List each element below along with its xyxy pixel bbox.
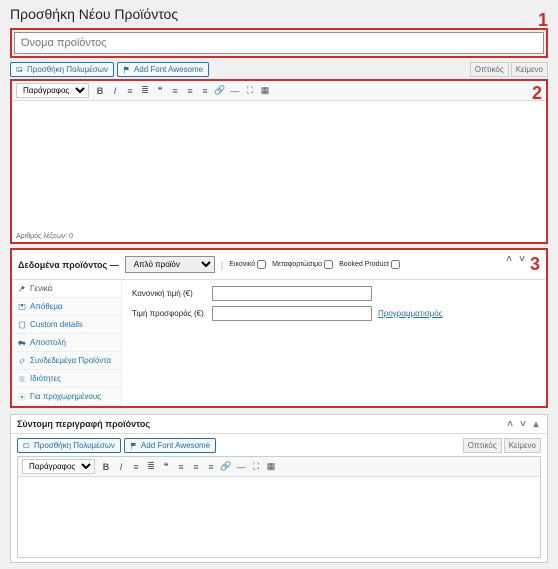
more-icon[interactable]: — [234,460,248,474]
toggle-icon[interactable]: ▴ [531,419,541,429]
align-center-icon[interactable]: ≡ [183,84,197,98]
align-left-icon[interactable]: ≡ [168,84,182,98]
product-type-select[interactable]: Απλό προϊόν [125,256,215,273]
product-title-input[interactable] [14,32,544,54]
fullscreen-icon[interactable]: ⛶ [249,460,263,474]
media-icon [23,442,31,450]
pd-tab-general[interactable]: Γενικά [12,280,121,298]
booked-check[interactable]: Booked Product [339,260,400,269]
separator: | [221,260,224,270]
pd-tab-attributes[interactable]: Ιδιότητες [12,370,121,388]
ul-icon[interactable]: ≡ [129,460,143,474]
paragraph-select-2[interactable]: Παράγραφος [22,459,95,474]
more-icon[interactable]: — [228,84,242,98]
add-media-button-2[interactable]: Προσθήκη Πολυμέσων [17,438,121,453]
note-icon [18,321,26,329]
marker-3: 3 [530,254,540,275]
italic-icon[interactable]: I [114,460,128,474]
sale-price-label: Τιμή προσφοράς (€) [132,309,212,318]
gear-icon [18,393,26,401]
add-font-label: Add Font Awesome [134,65,203,74]
short-desc-content[interactable] [18,477,540,557]
marker-1: 1 [538,10,548,31]
ul-icon[interactable]: ≡ [123,84,137,98]
tab-text-2[interactable]: Κείμενο [504,438,541,453]
add-font-button-2[interactable]: Add Font Awesome [124,438,216,453]
align-right-icon[interactable]: ≡ [204,460,218,474]
regular-price-input[interactable] [212,286,372,301]
downloadable-check[interactable]: Μεταφορτώσιμο [272,260,333,269]
pd-tab-linked[interactable]: Συνδεδεμένα Προϊόντα [12,352,121,370]
align-left-icon[interactable]: ≡ [174,460,188,474]
caret-down-icon[interactable]: ˅ [517,254,527,264]
tab-text[interactable]: Κείμενο [511,62,548,77]
sale-price-input[interactable] [212,306,372,321]
flag-icon [123,66,131,74]
regular-price-label: Κανονική τιμή (€) [132,289,212,298]
tab-visual[interactable]: Οπτικός [470,62,509,77]
pd-tab-inventory[interactable]: Απόθεμα [12,298,121,316]
toolbar-toggle-icon[interactable]: ▦ [258,84,272,98]
page-title: Προσθήκη Νέου Προϊόντος [10,6,548,22]
media-icon [16,66,24,74]
fullscreen-icon[interactable]: ⛶ [243,84,257,98]
pd-tab-custom[interactable]: Custom details [12,316,121,334]
align-right-icon[interactable]: ≡ [198,84,212,98]
truck-icon [18,339,26,347]
wrench-icon [18,285,26,293]
bold-icon[interactable]: B [93,84,107,98]
italic-icon[interactable]: I [108,84,122,98]
paragraph-select[interactable]: Παράγραφος [16,83,89,98]
marker-2: 2 [532,83,542,104]
editor-content[interactable] [12,101,546,231]
link-icon[interactable]: 🔗 [213,84,227,98]
list-icon [18,375,26,383]
pd-tab-advanced[interactable]: Για προχωρημένους [12,388,121,406]
ol-icon[interactable]: ≣ [138,84,152,98]
quote-icon[interactable]: ❝ [159,460,173,474]
link-icon[interactable]: 🔗 [219,460,233,474]
quote-icon[interactable]: ❝ [153,84,167,98]
add-media-button[interactable]: Προσθήκη Πολυμέσων [10,62,114,77]
caret-down-icon[interactable]: ˅ [518,419,528,429]
pd-tab-shipping[interactable]: Αποστολή [12,334,121,352]
flag-icon [130,442,138,450]
virtual-check[interactable]: Εικονικό [229,260,266,269]
ol-icon[interactable]: ≣ [144,460,158,474]
word-count: Αριθμός λέξεων: 0 [12,231,546,242]
bold-icon[interactable]: B [99,460,113,474]
product-data-label: Δεδομένα προϊόντος — [18,260,119,270]
caret-up-icon[interactable]: ˄ [505,419,515,429]
schedule-link[interactable]: Προγραμματισμός [378,309,443,318]
toolbar-toggle-icon[interactable]: ▦ [264,460,278,474]
link-icon [18,357,26,365]
add-font-button[interactable]: Add Font Awesome [117,62,209,77]
inventory-icon [18,303,26,311]
editor-toolbar: Παράγραφος B I ≡ ≣ ❝ ≡ ≡ ≡ 🔗 — ⛶ ▦ [12,81,546,101]
tab-visual-2[interactable]: Οπτικός [463,438,502,453]
align-center-icon[interactable]: ≡ [189,460,203,474]
short-desc-title: Σύντομη περιγραφή προϊόντος [17,419,150,429]
add-media-label: Προσθήκη Πολυμέσων [27,65,108,74]
caret-up-icon[interactable]: ˄ [504,254,514,264]
